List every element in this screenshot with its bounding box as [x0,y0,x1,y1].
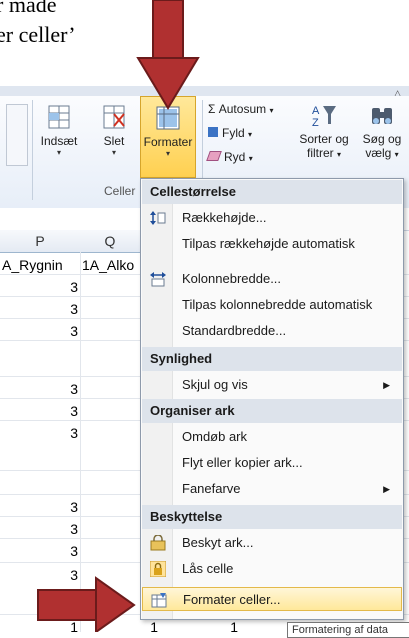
down-arrow-icon [136,0,200,110]
right-arrow-icon [37,576,136,632]
annotation-arrows [37,0,200,632]
